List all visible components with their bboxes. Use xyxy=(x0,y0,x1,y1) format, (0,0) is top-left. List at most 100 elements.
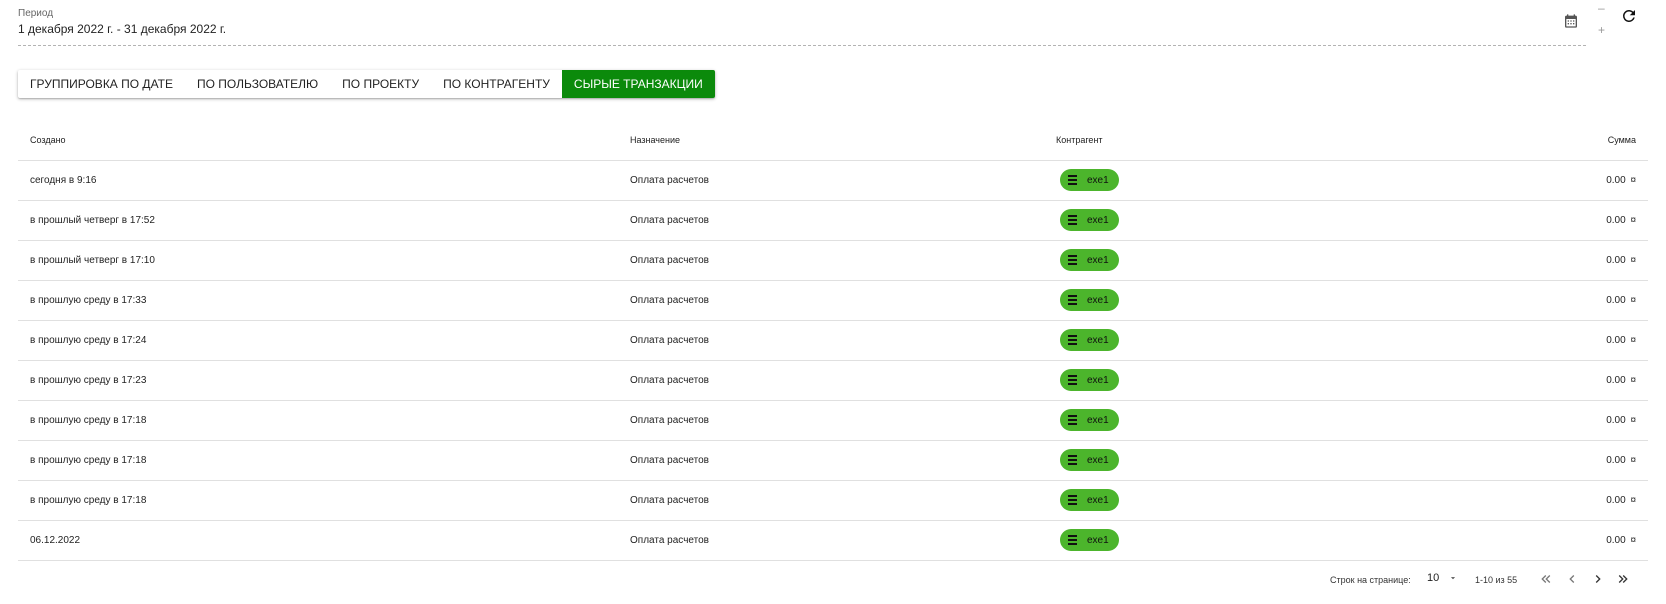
last-page-icon[interactable] xyxy=(1615,571,1631,587)
purpose-cell: Оплата расчетов xyxy=(630,320,1056,361)
sum-value: 0.00 xyxy=(1606,454,1626,466)
tab-by-user[interactable]: По пользователю xyxy=(185,70,330,98)
counterparty-cell: exe1 xyxy=(1056,320,1526,361)
counterparty-cell: exe1 xyxy=(1056,480,1526,521)
sum-value: 0.00 xyxy=(1606,254,1626,266)
counterparty-chip[interactable]: exe1 xyxy=(1060,409,1119,431)
purpose-cell: Оплата расчетов xyxy=(630,440,1056,481)
counterparty-cell: exe1 xyxy=(1056,200,1526,241)
prev-page-icon[interactable] xyxy=(1564,571,1580,587)
column-header-counterparty[interactable]: Контрагент xyxy=(1056,120,1526,161)
chevron-down-icon[interactable] xyxy=(1448,573,1458,583)
counterparty-name: exe1 xyxy=(1087,254,1109,266)
counterparty-chip[interactable]: exe1 xyxy=(1060,529,1119,551)
counterparty-chip[interactable]: exe1 xyxy=(1060,209,1119,231)
counterparty-chip[interactable]: exe1 xyxy=(1060,249,1119,271)
table-row[interactable]: 06.12.2022 Оплата расчетов exe1 0.00 ¤ xyxy=(18,520,1648,561)
currency-sign: ¤ xyxy=(1630,254,1636,266)
period-field[interactable]: Период 1 декабря 2022 г. - 31 декабря 20… xyxy=(18,8,1586,46)
table-row[interactable]: в прошлую среду в 17:18 Оплата расчетов ex… xyxy=(18,440,1648,481)
calendar-icon[interactable] xyxy=(1563,13,1579,29)
counterparty-chip[interactable]: exe1 xyxy=(1060,289,1119,311)
counterparty-name: exe1 xyxy=(1087,214,1109,226)
sum-cell: 0.00 ¤ xyxy=(1526,440,1648,481)
tab-group-by-date[interactable]: Группировка по дате xyxy=(18,70,185,98)
table-row[interactable]: в прошлую среду в 17:24 Оплата расчетов ex… xyxy=(18,320,1648,361)
created-cell: в прошлую среду в 17:33 xyxy=(18,280,630,321)
counterparty-name: exe1 xyxy=(1087,294,1109,306)
counterparty-name: exe1 xyxy=(1087,174,1109,186)
next-page-icon[interactable] xyxy=(1590,571,1606,587)
currency-sign: ¤ xyxy=(1630,334,1636,346)
created-cell: в прошлую среду в 17:24 xyxy=(18,320,630,361)
counterparty-cell: exe1 xyxy=(1056,160,1526,201)
counterparty-cell: exe1 xyxy=(1056,240,1526,281)
zoom-out-button[interactable]: – xyxy=(1598,2,1605,14)
tab-by-project[interactable]: По проекту xyxy=(330,70,431,98)
counterparty-name: exe1 xyxy=(1087,414,1109,426)
counterparty-name: exe1 xyxy=(1087,334,1109,346)
first-page-icon[interactable] xyxy=(1538,571,1554,587)
tab-raw-transactions[interactable]: Сырые транзакции xyxy=(561,70,715,98)
column-header-purpose[interactable]: Назначение xyxy=(630,120,1056,161)
period-label: Период xyxy=(18,8,54,19)
counterparty-chip[interactable]: exe1 xyxy=(1060,369,1119,391)
sum-cell: 0.00 ¤ xyxy=(1526,400,1648,441)
table-header-row: Создано Назначение Контрагент Сумма xyxy=(18,120,1648,161)
purpose-cell: Оплата расчетов xyxy=(630,520,1056,561)
counterparty-cell: exe1 xyxy=(1056,360,1526,401)
table-row[interactable]: в прошлую среду в 17:33 Оплата расчетов ex… xyxy=(18,280,1648,321)
counterparty-cell: exe1 xyxy=(1056,280,1526,321)
database-icon xyxy=(1068,295,1077,305)
grouping-tabs: Группировка по дате По пользователю По п… xyxy=(18,70,715,98)
database-icon xyxy=(1068,455,1077,465)
rows-per-page-label: Строк на странице: xyxy=(1330,575,1411,585)
sum-cell: 0.00 ¤ xyxy=(1526,360,1648,401)
counterparty-chip[interactable]: exe1 xyxy=(1060,449,1119,471)
tab-by-counterparty[interactable]: По контрагенту xyxy=(431,70,562,98)
counterparty-cell: exe1 xyxy=(1056,400,1526,441)
sum-cell: 0.00 ¤ xyxy=(1526,280,1648,321)
counterparty-name: exe1 xyxy=(1087,454,1109,466)
counterparty-chip[interactable]: exe1 xyxy=(1060,489,1119,511)
table-row[interactable]: в прошлую среду в 17:18 Оплата расчетов ex… xyxy=(18,400,1648,441)
table-row[interactable]: в прошлую среду в 17:18 Оплата расчетов ex… xyxy=(18,480,1648,521)
counterparty-chip[interactable]: exe1 xyxy=(1060,169,1119,191)
sum-cell: 0.00 ¤ xyxy=(1526,200,1648,241)
database-icon xyxy=(1068,175,1077,185)
table-row[interactable]: в прошлый четверг в 17:52 Оплата расчетов… xyxy=(18,200,1648,241)
pagination: Строк на странице: 10 1-10 из 55 xyxy=(0,570,1666,590)
sum-cell: 0.00 ¤ xyxy=(1526,240,1648,281)
table-row[interactable]: в прошлый четверг в 17:10 Оплата расчетов… xyxy=(18,240,1648,281)
table-row[interactable]: сегодня в 9:16 Оплата расчетов exe1 0.00 ¤ xyxy=(18,160,1648,201)
currency-sign: ¤ xyxy=(1630,374,1636,386)
database-icon xyxy=(1068,415,1077,425)
counterparty-name: exe1 xyxy=(1087,374,1109,386)
rows-per-page-select[interactable]: 10 xyxy=(1427,572,1439,584)
counterparty-cell: exe1 xyxy=(1056,440,1526,481)
database-icon xyxy=(1068,535,1077,545)
sum-cell: 0.00 ¤ xyxy=(1526,480,1648,521)
sum-cell: 0.00 ¤ xyxy=(1526,320,1648,361)
currency-sign: ¤ xyxy=(1630,294,1636,306)
refresh-icon[interactable] xyxy=(1620,7,1638,25)
sum-cell: 0.00 ¤ xyxy=(1526,160,1648,201)
database-icon xyxy=(1068,335,1077,345)
zoom-in-button[interactable]: + xyxy=(1598,24,1605,36)
counterparty-cell: exe1 xyxy=(1056,520,1526,561)
currency-sign: ¤ xyxy=(1630,534,1636,546)
currency-sign: ¤ xyxy=(1630,214,1636,226)
purpose-cell: Оплата расчетов xyxy=(630,400,1056,441)
period-value[interactable]: 1 декабря 2022 г. - 31 декабря 2022 г. xyxy=(18,22,226,36)
table-row[interactable]: в прошлую среду в 17:23 Оплата расчетов ex… xyxy=(18,360,1648,401)
column-header-sum[interactable]: Сумма xyxy=(1526,120,1648,161)
column-header-created[interactable]: Создано xyxy=(18,120,630,161)
currency-sign: ¤ xyxy=(1630,414,1636,426)
counterparty-chip[interactable]: exe1 xyxy=(1060,329,1119,351)
purpose-cell: Оплата расчетов xyxy=(630,480,1056,521)
created-cell: в прошлый четверг в 17:10 xyxy=(18,240,630,281)
created-cell: в прошлую среду в 17:23 xyxy=(18,360,630,401)
created-cell: в прошлую среду в 17:18 xyxy=(18,400,630,441)
page-range: 1-10 из 55 xyxy=(1475,575,1518,585)
sum-value: 0.00 xyxy=(1606,414,1626,426)
